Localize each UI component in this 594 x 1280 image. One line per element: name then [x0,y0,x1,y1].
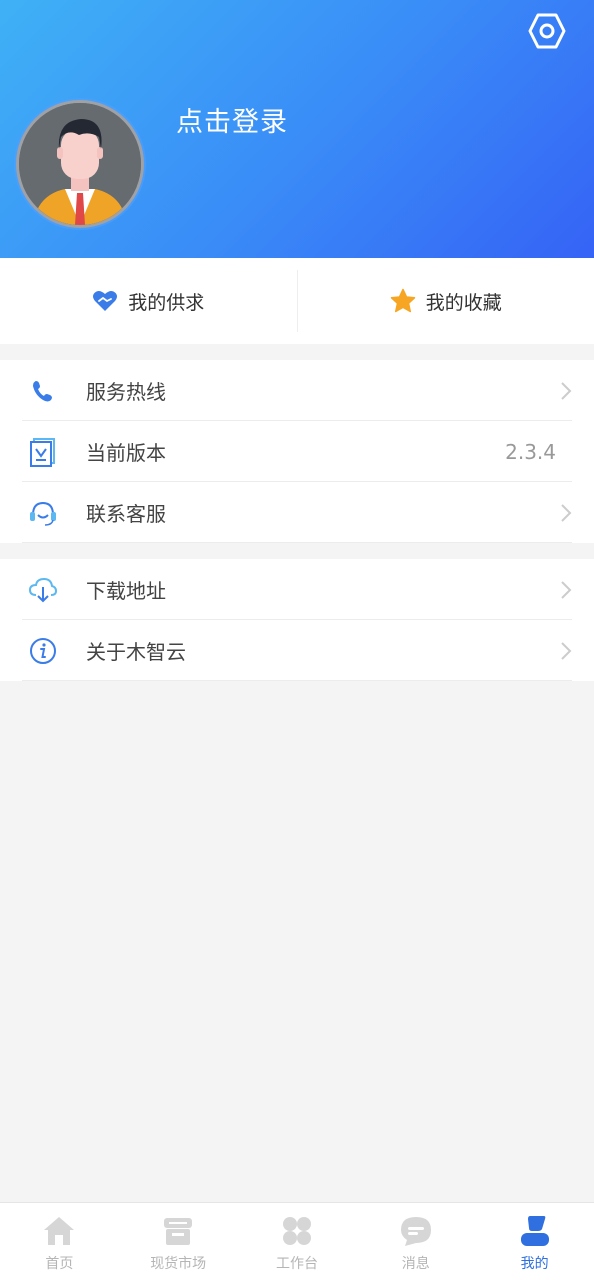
quick-action-label: 我的收藏 [425,291,502,314]
tab-profile[interactable]: 我的 [475,1203,594,1280]
version-value: 2.3.4 [505,439,556,464]
menu-item-label: 关于木智云 [86,640,186,664]
tab-label: 首页 [45,1256,74,1272]
menu-item-about[interactable]: 关于木智云 [0,620,594,681]
chevron-right-icon [561,642,572,660]
info-icon [30,638,56,664]
menu-item-current-version[interactable]: 当前版本 2.3.4 [0,421,594,482]
chevron-right-icon [561,581,572,599]
default-user-avatar-icon [19,103,141,225]
quick-actions: 我的供求 我的收藏 [0,258,594,344]
menu-item-label: 当前版本 [86,441,166,465]
tab-label: 我的 [520,1256,549,1272]
login-prompt[interactable]: 点击登录 [176,100,288,139]
profile-header: 点击登录 [0,0,594,258]
profile-icon [520,1216,549,1246]
menu-group-about: 下载地址 关于木智云 [0,559,594,681]
star-icon [390,288,415,313]
message-icon [400,1217,431,1246]
tab-messages[interactable]: 消息 [356,1203,475,1280]
menu-item-customer-service[interactable]: 联系客服 [0,482,594,543]
tab-home[interactable]: 首页 [0,1203,119,1280]
divider [22,680,572,681]
menu-item-label: 服务热线 [86,380,166,404]
tab-workbench[interactable]: 工作台 [238,1203,357,1280]
cloud-download-icon [28,577,58,603]
market-icon [164,1218,193,1245]
chevron-right-icon [561,382,572,400]
divider [22,542,572,543]
phone-icon [33,381,52,402]
my-favorites-button[interactable]: 我的收藏 [298,258,594,344]
workbench-icon [282,1217,311,1245]
menu-group-service: 服务热线 当前版本 2.3.4 联系客服 [0,360,594,543]
bottom-tab-bar: 首页 现货市场 工作台 消息 我的 [0,1202,594,1280]
settings-icon [528,13,566,49]
menu-item-service-hotline[interactable]: 服务热线 [0,360,594,421]
my-supply-demand-button[interactable]: 我的供求 [0,258,297,344]
version-icon [30,438,55,467]
menu-item-download[interactable]: 下载地址 [0,559,594,620]
handshake-heart-icon [93,291,118,311]
menu-item-label: 下载地址 [86,579,166,603]
home-icon [44,1217,75,1245]
chevron-right-icon [561,504,572,522]
tab-market[interactable]: 现货市场 [119,1203,238,1280]
tab-label: 工作台 [275,1256,318,1272]
tab-label: 现货市场 [150,1256,207,1272]
settings-button[interactable] [528,12,566,50]
tab-label: 消息 [401,1256,430,1272]
quick-action-label: 我的供求 [128,291,205,314]
headset-icon [30,501,56,526]
menu-item-label: 联系客服 [86,502,166,526]
avatar[interactable] [16,100,144,228]
